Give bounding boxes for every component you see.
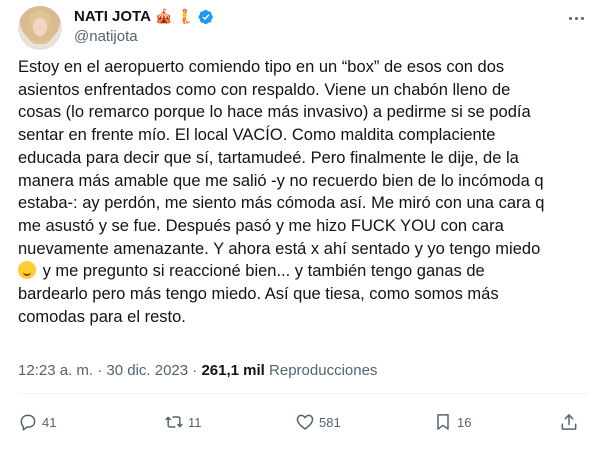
mermaid-emoji: 🧜 xyxy=(176,8,194,25)
tweet-line: me asustó y se fue. Después pasó y me hi… xyxy=(18,216,504,235)
tweet-line: y me pregunto si reaccioné bien... y tam… xyxy=(38,262,485,281)
like-count: 581 xyxy=(319,414,341,430)
tweet-line: manera más amable que me salió -y no rec… xyxy=(18,171,544,190)
more-dot-icon xyxy=(574,16,578,20)
heart-icon xyxy=(296,414,314,430)
tweet-line: Estoy en el aeropuerto comiendo tipo en … xyxy=(18,58,505,76)
bookmark-button[interactable]: 16 xyxy=(433,407,471,437)
user-handle[interactable]: @natijota xyxy=(74,28,138,45)
retweet-icon xyxy=(165,416,183,428)
grimacing-face-emoji-icon xyxy=(18,261,36,280)
circus-tent-emoji: 🎪 xyxy=(154,8,173,25)
avatar[interactable] xyxy=(18,6,62,50)
tweet-line: sentar en frente mío. El local VACÍO. Co… xyxy=(18,126,496,145)
tweet-line: comodas para el resto. xyxy=(18,307,186,326)
meta-separator: · xyxy=(97,362,103,379)
tweet-line: asientos enfrentados como con respaldo. … xyxy=(18,80,511,99)
action-bar: 41 11 581 16 xyxy=(18,407,588,437)
bookmark-count: 16 xyxy=(457,414,472,430)
name-row: NATI JOTA 🎪 🧜 xyxy=(74,8,214,25)
tweet-line-with-emoji: y me pregunto si reaccioné bien... y tam… xyxy=(18,260,590,283)
verified-badge-icon[interactable] xyxy=(198,9,214,25)
like-button[interactable]: 581 xyxy=(295,407,341,437)
tweet-line: estaba-: ay perdón, me siento más cómoda… xyxy=(18,194,545,213)
tweet-line: cosas (lo remarco porque lo hace más inv… xyxy=(18,103,531,122)
meta-separator: · xyxy=(192,362,198,379)
views-count[interactable]: 261,1 mil xyxy=(201,362,264,379)
tweet-time[interactable]: 12:23 a. m. xyxy=(18,362,93,379)
tweet-line: educada para decir que sí, tartamudeé. P… xyxy=(18,148,519,167)
more-options-button[interactable] xyxy=(564,8,588,28)
display-name[interactable]: NATI JOTA xyxy=(74,8,151,25)
share-button[interactable] xyxy=(559,407,579,437)
views-label: Reproducciones xyxy=(269,362,378,379)
more-dot-icon xyxy=(580,16,584,20)
avatar-face xyxy=(33,18,47,36)
tweet-line: nuevamente amenazante. Y ahora está x ah… xyxy=(18,239,541,258)
reply-icon xyxy=(20,414,36,431)
more-dot-icon xyxy=(568,16,572,20)
tweet-card: NATI JOTA 🎪 🧜 @natijota Estoy en el aero… xyxy=(0,0,606,454)
reply-count: 41 xyxy=(42,414,57,430)
tweet-date[interactable]: 30 dic. 2023 xyxy=(106,362,188,379)
retweet-count: 11 xyxy=(188,414,202,430)
tweet-line: bardearlo pero más tengo miedo. Así que … xyxy=(18,285,499,304)
tweet-metadata: 12:23 a. m. · 30 dic. 2023 · 261,1 mil R… xyxy=(18,362,377,379)
divider xyxy=(18,393,588,394)
tweet-header: NATI JOTA 🎪 🧜 @natijota xyxy=(18,6,588,50)
bookmark-icon xyxy=(437,414,449,430)
share-icon xyxy=(561,414,577,430)
tweet-text: Estoy en el aeropuerto comiendo tipo en … xyxy=(18,56,590,328)
retweet-button[interactable]: 11 xyxy=(164,407,202,437)
reply-button[interactable]: 41 xyxy=(18,407,56,437)
